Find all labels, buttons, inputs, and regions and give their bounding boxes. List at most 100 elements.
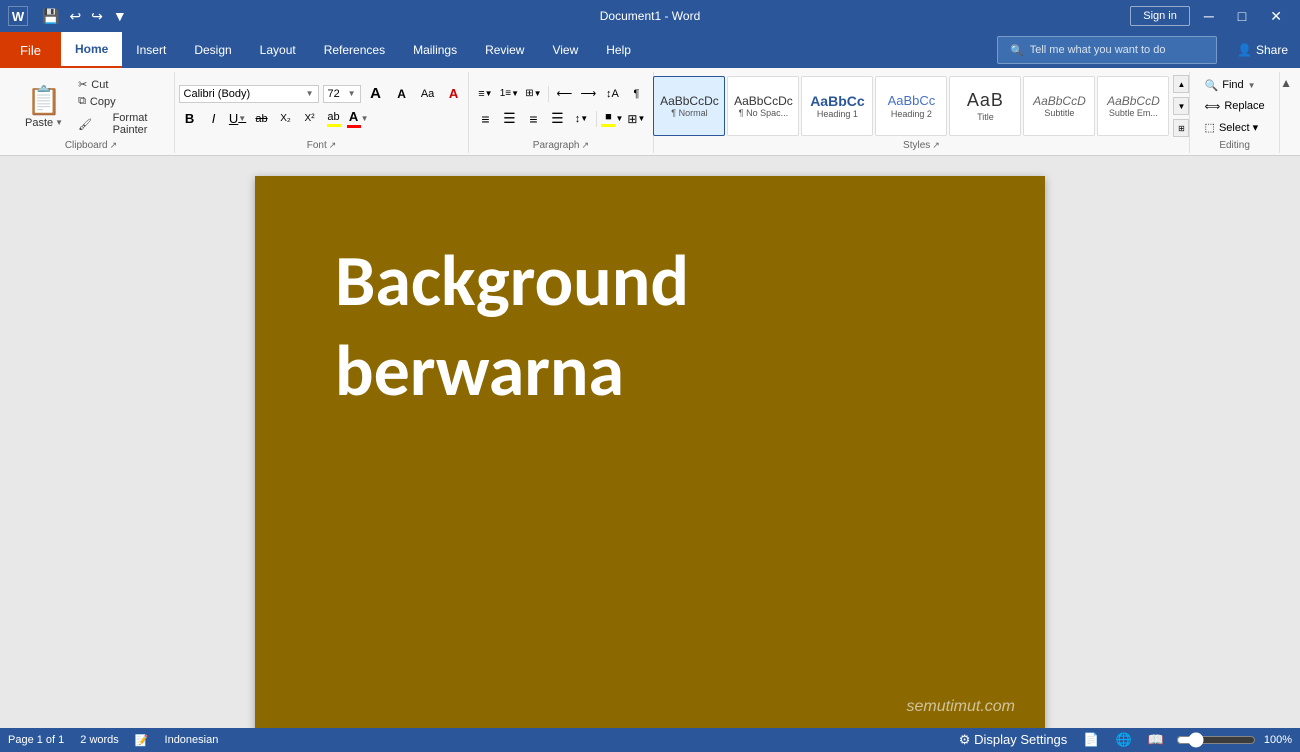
line-spacing-button[interactable]: ↕ ▼ bbox=[570, 108, 592, 130]
styles-group: AaBbCcDc ¶ Normal AaBbCcDc ¶ No Spac... … bbox=[654, 72, 1190, 153]
format-painter-button[interactable]: 🖌 Format Painter bbox=[76, 111, 166, 137]
borders-button[interactable]: ⊞ ▼ bbox=[625, 108, 647, 130]
menu-layout[interactable]: Layout bbox=[246, 32, 310, 68]
sort-button[interactable]: ↕A bbox=[601, 83, 623, 105]
highlight-color-bar bbox=[327, 124, 341, 127]
quick-access-more-button[interactable]: ▼ bbox=[109, 6, 131, 26]
styles-more[interactable]: ⊞ bbox=[1173, 119, 1189, 137]
print-layout-button[interactable]: 📄 bbox=[1079, 730, 1103, 750]
subscript-button[interactable]: X₂ bbox=[275, 108, 297, 130]
menu-insert[interactable]: Insert bbox=[122, 32, 180, 68]
minimize-button[interactable]: ─ bbox=[1194, 0, 1224, 32]
menu-mailings[interactable]: Mailings bbox=[399, 32, 471, 68]
menu-design[interactable]: Design bbox=[180, 32, 245, 68]
close-button[interactable]: ✕ bbox=[1260, 0, 1292, 32]
bullets-button[interactable]: ≡ ▼ bbox=[474, 83, 496, 105]
find-button[interactable]: 🔍 Find ▼ bbox=[1199, 77, 1271, 94]
language[interactable]: Indonesian bbox=[165, 734, 219, 746]
increase-indent-button[interactable]: ⟶ bbox=[577, 83, 599, 105]
status-bar: Page 1 of 1 2 words 📝 Indonesian ⚙ Displ… bbox=[0, 728, 1300, 752]
style-normal[interactable]: AaBbCcDc ¶ Normal bbox=[653, 76, 725, 136]
page-info: Page 1 of 1 bbox=[8, 734, 64, 746]
text-line2: berwarna bbox=[335, 327, 624, 415]
document-area: Background berwarna semutimut.com bbox=[0, 156, 1300, 728]
styles-dialog-launcher[interactable]: ↗ bbox=[932, 140, 940, 151]
save-button[interactable]: 💾 bbox=[38, 6, 63, 27]
font-size-select[interactable]: 72 ▼ bbox=[323, 85, 361, 103]
display-settings-button[interactable]: ⚙ Display Settings bbox=[955, 730, 1072, 750]
style-heading2[interactable]: AaBbCc Heading 2 bbox=[875, 76, 947, 136]
search-box[interactable]: 🔍 Tell me what you want to do bbox=[997, 36, 1217, 64]
bold-button[interactable]: B bbox=[179, 108, 201, 130]
replace-button[interactable]: ⟺ Replace bbox=[1199, 98, 1271, 115]
underline-button[interactable]: U ▼ bbox=[227, 108, 249, 130]
sign-in-button[interactable]: Sign in bbox=[1130, 6, 1190, 26]
menu-file[interactable]: File bbox=[0, 32, 61, 68]
style-subtitle[interactable]: AaBbCcD Subtitle bbox=[1023, 76, 1095, 136]
align-center-button[interactable]: ☰ bbox=[498, 108, 520, 130]
font-name-select[interactable]: Calibri (Body) ▼ bbox=[179, 85, 319, 103]
read-mode-button[interactable]: 📖 bbox=[1144, 730, 1168, 750]
restore-button[interactable]: □ bbox=[1228, 0, 1256, 32]
redo-button[interactable]: ↪ bbox=[87, 6, 107, 27]
shading-button[interactable]: ■ ▼ bbox=[601, 108, 623, 130]
watermark-text: semutimut.com bbox=[907, 698, 1015, 716]
status-left: Page 1 of 1 2 words 📝 Indonesian bbox=[8, 734, 218, 747]
document-text[interactable]: Background berwarna bbox=[335, 236, 689, 416]
superscript-button[interactable]: X² bbox=[299, 108, 321, 130]
format-painter-icon: 🖌 bbox=[78, 118, 92, 131]
editing-group: 🔍 Find ▼ ⟺ Replace ⬚ Select ▾ Editing bbox=[1190, 72, 1280, 153]
paste-dropdown-arrow[interactable]: ▼ bbox=[55, 118, 63, 127]
strikethrough-button[interactable]: ab bbox=[251, 108, 273, 130]
clipboard-dialog-launcher[interactable]: ↗ bbox=[110, 140, 118, 151]
ribbon: 📋 Paste ▼ ✂ Cut ⧉ Copy 🖌 Format Painter bbox=[0, 68, 1300, 156]
cut-button[interactable]: ✂ Cut bbox=[76, 77, 166, 92]
font-dialog-launcher[interactable]: ↗ bbox=[329, 140, 337, 151]
undo-button[interactable]: ↩ bbox=[65, 6, 85, 27]
styles-scroll-up[interactable]: ▲ bbox=[1173, 75, 1189, 93]
menu-home[interactable]: Home bbox=[61, 32, 122, 68]
justify-button[interactable]: ☰ bbox=[546, 108, 568, 130]
font-shrink-button[interactable]: A bbox=[391, 83, 413, 105]
expand-ribbon-button[interactable]: ▲ bbox=[1280, 76, 1292, 90]
clear-format-button[interactable]: A bbox=[443, 83, 465, 105]
zoom-level: 100% bbox=[1264, 734, 1292, 746]
zoom-slider[interactable] bbox=[1176, 732, 1256, 748]
align-right-button[interactable]: ≡ bbox=[522, 108, 544, 130]
display-settings-icon: ⚙ bbox=[959, 732, 971, 747]
menu-review[interactable]: Review bbox=[471, 32, 538, 68]
copy-icon: ⧉ bbox=[78, 95, 86, 108]
clipboard-group: 📋 Paste ▼ ✂ Cut ⧉ Copy 🖌 Format Painter bbox=[8, 72, 175, 153]
style-subtle-em[interactable]: AaBbCcD Subtle Em... bbox=[1097, 76, 1169, 136]
multilevel-button[interactable]: ⊞ ▼ bbox=[522, 83, 544, 105]
web-layout-button[interactable]: 🌐 bbox=[1111, 730, 1135, 750]
copy-button[interactable]: ⧉ Copy bbox=[76, 94, 166, 109]
clipboard-label: Clipboard bbox=[65, 140, 108, 151]
share-button[interactable]: 👤 Share bbox=[1225, 32, 1300, 68]
title-bar-left: W 💾 ↩ ↪ ▼ bbox=[8, 6, 131, 27]
font-case-button[interactable]: Aa bbox=[417, 83, 439, 105]
show-hide-button[interactable]: ¶ bbox=[625, 83, 647, 105]
paragraph-dialog-launcher[interactable]: ↗ bbox=[582, 140, 590, 151]
menu-help[interactable]: Help bbox=[592, 32, 645, 68]
style-heading1[interactable]: AaBbCc Heading 1 bbox=[801, 76, 873, 136]
proofing-icon[interactable]: 📝 bbox=[135, 734, 149, 747]
window-title: Document1 - Word bbox=[600, 9, 700, 23]
decrease-indent-button[interactable]: ⟵ bbox=[553, 83, 575, 105]
share-label: Share bbox=[1256, 43, 1288, 57]
highlight-button[interactable]: ab bbox=[323, 108, 345, 130]
menu-view[interactable]: View bbox=[538, 32, 592, 68]
font-color-button[interactable]: A ▼ bbox=[347, 108, 369, 130]
italic-button[interactable]: I bbox=[203, 108, 225, 130]
select-button[interactable]: ⬚ Select ▾ bbox=[1199, 119, 1271, 136]
menu-references[interactable]: References bbox=[310, 32, 399, 68]
numbering-button[interactable]: 1≡ ▼ bbox=[498, 83, 520, 105]
font-grow-button[interactable]: A bbox=[365, 83, 387, 105]
style-title[interactable]: AaB Title bbox=[949, 76, 1021, 136]
align-left-button[interactable]: ≡ bbox=[474, 108, 496, 130]
shading-color-bar bbox=[601, 124, 615, 127]
paste-button[interactable]: 📋 Paste ▼ bbox=[16, 74, 72, 138]
editing-label: Editing bbox=[1219, 140, 1250, 151]
style-no-spacing[interactable]: AaBbCcDc ¶ No Spac... bbox=[727, 76, 799, 136]
styles-scroll-down[interactable]: ▼ bbox=[1173, 97, 1189, 115]
